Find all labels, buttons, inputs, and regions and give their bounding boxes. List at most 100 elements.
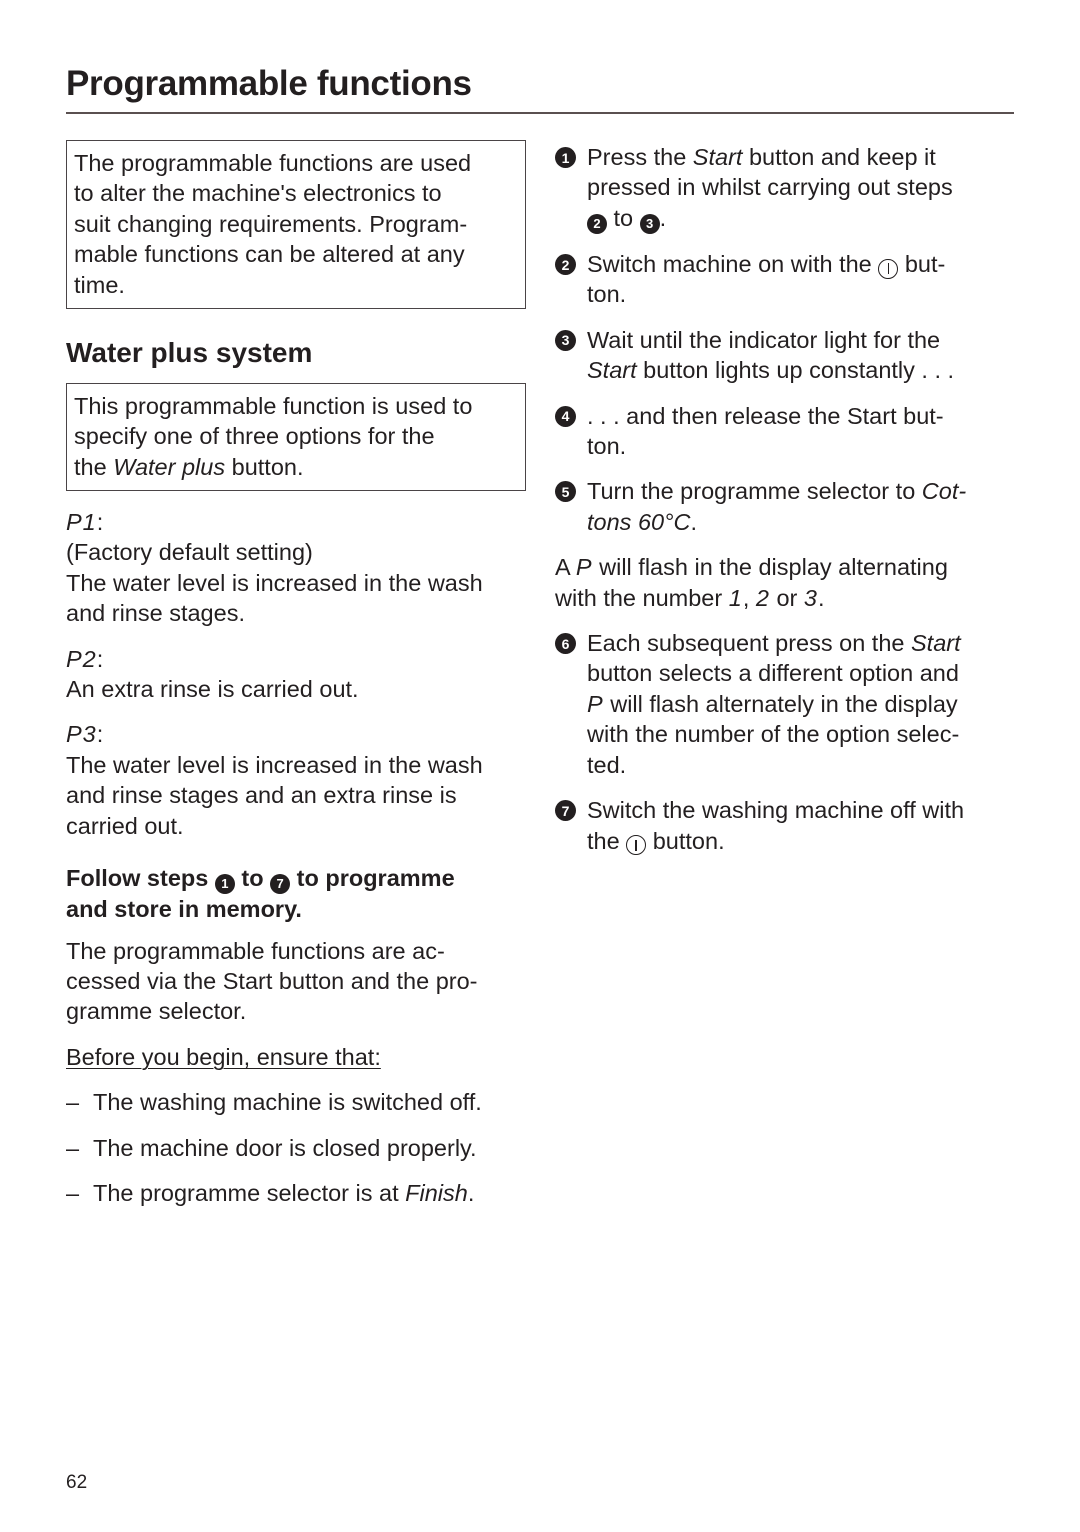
intro-line: to alter the machine's electronics to: [74, 180, 442, 207]
step-line: ted.: [587, 751, 627, 778]
text: button.: [646, 827, 725, 854]
note-line: with the number 1, 2 or 3.: [555, 583, 1015, 613]
checklist: – The washing machine is switched off. – T…: [66, 1087, 526, 1208]
display-code: P3: [66, 721, 97, 748]
step-line: . . . and then release the Start but-: [587, 402, 944, 429]
display-p: P: [575, 554, 593, 581]
step-line: with the number of the option selec-: [587, 721, 960, 748]
text: the: [74, 453, 114, 480]
before-you-begin: Before you begin, ensure that:: [66, 1043, 381, 1070]
box-line: the Water plus button.: [74, 452, 519, 482]
step-6: 6 Each subsequent press on the Start but…: [555, 628, 1015, 780]
power-icon: [878, 258, 899, 279]
dash: –: [66, 1089, 80, 1116]
left-column: The programmable functions are used to a…: [66, 140, 526, 1209]
display-digit: 2: [755, 584, 770, 611]
start-term: Start: [911, 630, 961, 657]
text: Follow steps: [66, 865, 215, 892]
step-5: 5 Turn the programme selector to Cot- to…: [555, 476, 1015, 537]
step-line: tons 60°C.: [587, 507, 966, 537]
page-title: Programmable functions: [66, 64, 472, 103]
step-line: 2 to 3.: [587, 203, 953, 235]
text: .: [690, 508, 697, 535]
start-term: Start: [587, 357, 637, 384]
text: Turn the programme selector to: [587, 478, 922, 505]
step-line: ton.: [587, 433, 627, 460]
text: Switch machine on with the: [587, 251, 879, 278]
step-line: pressed in whilst carrying out steps: [587, 174, 953, 201]
text: .: [818, 584, 825, 611]
note-line: A P will flash in the display alternatin…: [555, 552, 1015, 582]
power-icon: [626, 835, 647, 856]
text: but-: [898, 251, 946, 278]
step-2: 2 Switch machine on with the but- ton.: [555, 249, 1015, 310]
step-4: 4 . . . and then release the Start but- …: [555, 401, 1015, 462]
option-p1: P1: (Factory default setting) The water …: [66, 507, 526, 629]
box-line: This programmable function is used to: [74, 393, 473, 419]
display-code: P1: [66, 509, 97, 535]
follow-steps-heading: Follow steps 1 to 7 to programme and sto…: [66, 863, 526, 925]
text: to programme: [290, 865, 455, 892]
intro-box: The programmable functions are used to a…: [66, 140, 526, 309]
option-code: P2:: [66, 644, 526, 674]
intro-line: The programmable functions are used: [74, 150, 472, 176]
step-number-icon: 2: [555, 254, 576, 276]
step-line: P will flash alternately in the display: [587, 689, 961, 719]
intro-line: mable functions can be altered at any: [74, 241, 465, 268]
text: ,: [742, 584, 756, 611]
text: .: [467, 1180, 475, 1207]
step-line: ton.: [587, 281, 627, 308]
intro-line: suit changing requirements. Program-: [74, 210, 468, 237]
checklist-item: – The programme selector is at Finish.: [66, 1178, 526, 1208]
access-paragraph: The programmable functions are ac- cesse…: [66, 936, 526, 1027]
step-3-badge-icon: 3: [639, 214, 660, 235]
step-line: Wait until the indicator light for the: [587, 326, 941, 353]
step-line: button selects a different option and: [587, 660, 959, 687]
checklist-item: – The washing machine is switched off.: [66, 1087, 526, 1117]
step-number-icon: 4: [555, 405, 576, 427]
text: Each subsequent press on the: [587, 630, 911, 657]
checklist-text: The washing machine is switched off.: [93, 1089, 482, 1116]
step-number-icon: 5: [555, 481, 576, 503]
text: The programme selector is at: [93, 1180, 406, 1207]
step-3: 3 Wait until the indicator light for the…: [555, 325, 1015, 386]
step-number-icon: 6: [555, 633, 576, 655]
text: to: [234, 865, 271, 892]
option-line: (Factory default setting): [66, 539, 313, 566]
checklist-text: The programme selector is at Finish.: [93, 1178, 474, 1208]
step-line: Start button lights up constantly . . .: [587, 355, 954, 385]
step-line: Switch machine on with the but-: [587, 249, 945, 279]
follow-line: and store in memory.: [66, 896, 302, 923]
option-p2: P2: An extra rinse is carried out.: [66, 644, 526, 705]
option-line: The water level is increased in the wash: [66, 751, 483, 778]
start-term: Start: [692, 144, 743, 170]
display-digit: 1: [728, 584, 743, 611]
option-code: P1:: [66, 507, 526, 537]
title-rule: [66, 112, 1014, 114]
colon: :: [96, 721, 104, 748]
access-line: gramme selector.: [66, 998, 247, 1025]
step-number-icon: 3: [555, 329, 576, 351]
display-code: P2: [66, 645, 97, 672]
text: will flash in the display alternating: [592, 554, 948, 581]
intro-line: time.: [74, 271, 125, 298]
colon: :: [96, 509, 104, 535]
page-number: 62: [66, 1472, 88, 1493]
step-line: Switch the washing machine off with: [587, 797, 965, 824]
access-line: The programmable functions are ac-: [66, 937, 445, 964]
dash: –: [66, 1180, 80, 1207]
step-line: Press the Start button and keep it: [587, 142, 953, 172]
follow-line: Follow steps 1 to 7 to programme: [66, 863, 526, 895]
option-line: An extra rinse is carried out.: [66, 676, 359, 703]
step-1: 1 Press the Start button and keep it pre…: [555, 142, 1015, 235]
step-7: 7 Switch the washing machine off with th…: [555, 795, 1015, 856]
text: the: [587, 827, 627, 854]
step-number-icon: 7: [555, 800, 576, 822]
box-line: specify one of three options for the: [74, 423, 435, 450]
option-line: and rinse stages.: [66, 600, 245, 627]
display-digit: 3: [803, 584, 818, 611]
dash: –: [66, 1134, 80, 1161]
text: to: [607, 204, 640, 231]
text: with the number: [555, 584, 729, 611]
section-title: Water plus system: [66, 337, 313, 368]
